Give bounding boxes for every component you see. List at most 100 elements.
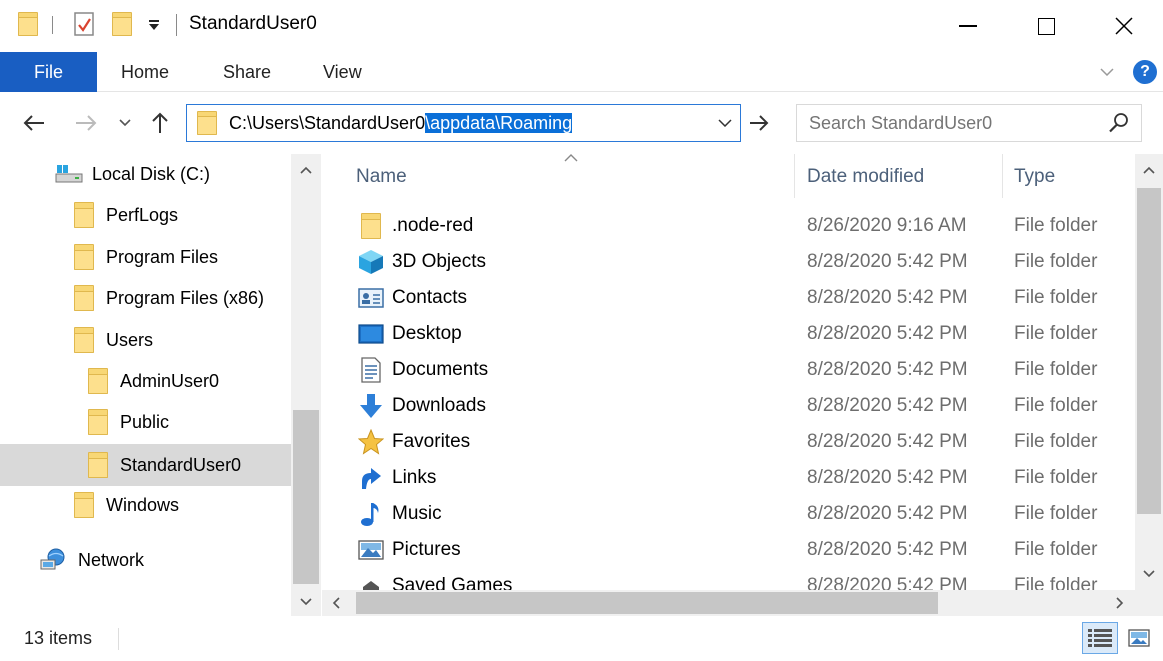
file-row[interactable]: Contacts 8/28/2020 5:42 PM File folder <box>322 280 1135 316</box>
maximize-button[interactable] <box>1007 0 1085 52</box>
nav-item-network[interactable]: Network <box>0 541 291 579</box>
recent-locations-button[interactable] <box>114 108 136 138</box>
scroll-up-button[interactable] <box>291 158 321 182</box>
back-button[interactable] <box>18 108 50 138</box>
file-type: File folder <box>1014 359 1098 380</box>
contacts-icon <box>358 288 384 308</box>
nav-item-label: Public <box>120 411 170 432</box>
file-list-horizontal-scrollbar[interactable] <box>322 590 1135 616</box>
scrollbar-thumb[interactable] <box>293 410 319 584</box>
file-date: 8/28/2020 5:42 PM <box>807 575 968 590</box>
file-name: Saved Games <box>392 575 513 590</box>
column-header-type[interactable]: Type <box>1014 166 1055 188</box>
file-type: File folder <box>1014 395 1098 416</box>
scroll-up-button[interactable] <box>1134 158 1163 182</box>
documents-icon <box>361 357 381 383</box>
search-icon[interactable] <box>1107 111 1131 135</box>
file-date: 8/28/2020 5:42 PM <box>807 467 968 488</box>
file-row[interactable]: Saved Games 8/28/2020 5:42 PM File folde… <box>322 568 1135 590</box>
nav-item-program-files[interactable]: Program Files <box>0 238 291 276</box>
nav-item-adminuser0[interactable]: AdminUser0 <box>0 362 291 400</box>
chevron-right-icon <box>1116 597 1124 609</box>
file-type: File folder <box>1014 287 1098 308</box>
scrollbar-thumb[interactable] <box>356 592 938 614</box>
file-row[interactable]: Desktop 8/28/2020 5:42 PM File folder <box>322 316 1135 352</box>
file-name: Contacts <box>392 287 467 308</box>
file-date: 8/28/2020 5:42 PM <box>807 287 968 308</box>
address-history-dropdown[interactable] <box>710 105 740 141</box>
file-row[interactable]: Favorites 8/28/2020 5:42 PM File folder <box>322 424 1135 460</box>
nav-item-windows[interactable]: Windows <box>0 486 291 524</box>
navigation-pane-scrollbar[interactable] <box>291 154 321 616</box>
search-input[interactable] <box>809 113 1099 134</box>
nav-item-label: Windows <box>106 494 180 515</box>
file-row[interactable]: 3D Objects 8/28/2020 5:42 PM File folder <box>322 244 1135 280</box>
file-name: Links <box>392 467 437 488</box>
properties-icon[interactable] <box>73 11 97 37</box>
nav-item-label: Network <box>78 549 145 570</box>
nav-item-users[interactable]: Users <box>0 321 291 359</box>
help-button[interactable]: ? <box>1133 60 1157 84</box>
file-date: 8/28/2020 5:42 PM <box>807 395 968 416</box>
file-row[interactable]: .node-red 8/26/2020 9:16 AM File folder <box>322 208 1135 244</box>
column-header-name[interactable]: Name <box>356 166 407 188</box>
file-row[interactable]: Music 8/28/2020 5:42 PM File folder <box>322 496 1135 532</box>
downloads-icon <box>360 394 382 418</box>
file-name: 3D Objects <box>392 251 486 272</box>
file-list-vertical-scrollbar[interactable] <box>1135 154 1163 590</box>
folder-icon <box>197 111 217 135</box>
scroll-down-button[interactable] <box>1134 562 1163 586</box>
file-row[interactable]: Documents 8/28/2020 5:42 PM File folder <box>322 352 1135 388</box>
folder-icon <box>88 452 108 478</box>
file-row[interactable]: Links 8/28/2020 5:42 PM File folder <box>322 460 1135 496</box>
drive-icon <box>55 165 83 183</box>
column-divider[interactable] <box>794 154 795 198</box>
scroll-right-button[interactable] <box>1108 591 1132 615</box>
new-folder-icon[interactable] <box>112 12 132 36</box>
arrow-right-icon <box>76 115 97 131</box>
close-button[interactable] <box>1085 0 1163 52</box>
column-divider[interactable] <box>1002 154 1003 198</box>
up-button[interactable] <box>146 108 174 138</box>
nav-item-perflogs[interactable]: PerfLogs <box>0 196 291 234</box>
tab-file[interactable]: File <box>0 52 97 92</box>
large-icons-view-icon <box>1128 629 1150 647</box>
nav-item-program-files-x86[interactable]: Program Files (x86) <box>0 279 291 317</box>
chevron-up-icon <box>300 166 312 174</box>
file-type: File folder <box>1014 215 1098 236</box>
tab-home[interactable]: Home <box>121 52 169 92</box>
file-name: Desktop <box>392 323 462 344</box>
forward-button[interactable] <box>70 108 102 138</box>
column-headers: Name Date modified Type <box>322 154 1135 198</box>
3d-objects-icon <box>359 250 383 274</box>
large-icons-view-button[interactable] <box>1125 624 1153 652</box>
nav-item-local-disk[interactable]: Local Disk (C:) <box>0 155 291 193</box>
details-view-button[interactable] <box>1082 622 1118 654</box>
chevron-down-icon <box>300 598 312 606</box>
arrow-right-icon <box>750 115 769 131</box>
scroll-left-button[interactable] <box>324 591 348 615</box>
expand-ribbon-button[interactable] <box>1097 60 1117 84</box>
minimize-button[interactable] <box>929 0 1007 52</box>
folder-icon <box>74 244 94 270</box>
search-box[interactable] <box>796 104 1142 142</box>
nav-item-standarduser0[interactable]: StandardUser0 <box>0 444 291 486</box>
nav-item-public[interactable]: Public <box>0 403 291 441</box>
file-name: Music <box>392 503 442 524</box>
status-bar: 13 items <box>0 616 1163 661</box>
go-button[interactable] <box>745 106 773 140</box>
scroll-down-button[interactable] <box>291 590 321 614</box>
customize-toolbar-dropdown[interactable] <box>147 14 161 36</box>
file-row[interactable]: Pictures 8/28/2020 5:42 PM File folder <box>322 532 1135 568</box>
arrow-left-icon <box>23 115 44 131</box>
tab-share[interactable]: Share <box>223 52 271 92</box>
tab-view[interactable]: View <box>323 52 362 92</box>
folder-icon <box>88 409 108 435</box>
address-bar[interactable]: C:\Users\StandardUser0\appdata\Roaming <box>186 104 741 142</box>
favorites-icon <box>358 429 384 455</box>
file-row[interactable]: Downloads 8/28/2020 5:42 PM File folder <box>322 388 1135 424</box>
column-header-date[interactable]: Date modified <box>807 166 924 188</box>
address-path[interactable]: C:\Users\StandardUser0\appdata\Roaming <box>229 113 573 134</box>
scrollbar-thumb[interactable] <box>1137 188 1161 514</box>
chevron-down-icon <box>718 119 732 127</box>
